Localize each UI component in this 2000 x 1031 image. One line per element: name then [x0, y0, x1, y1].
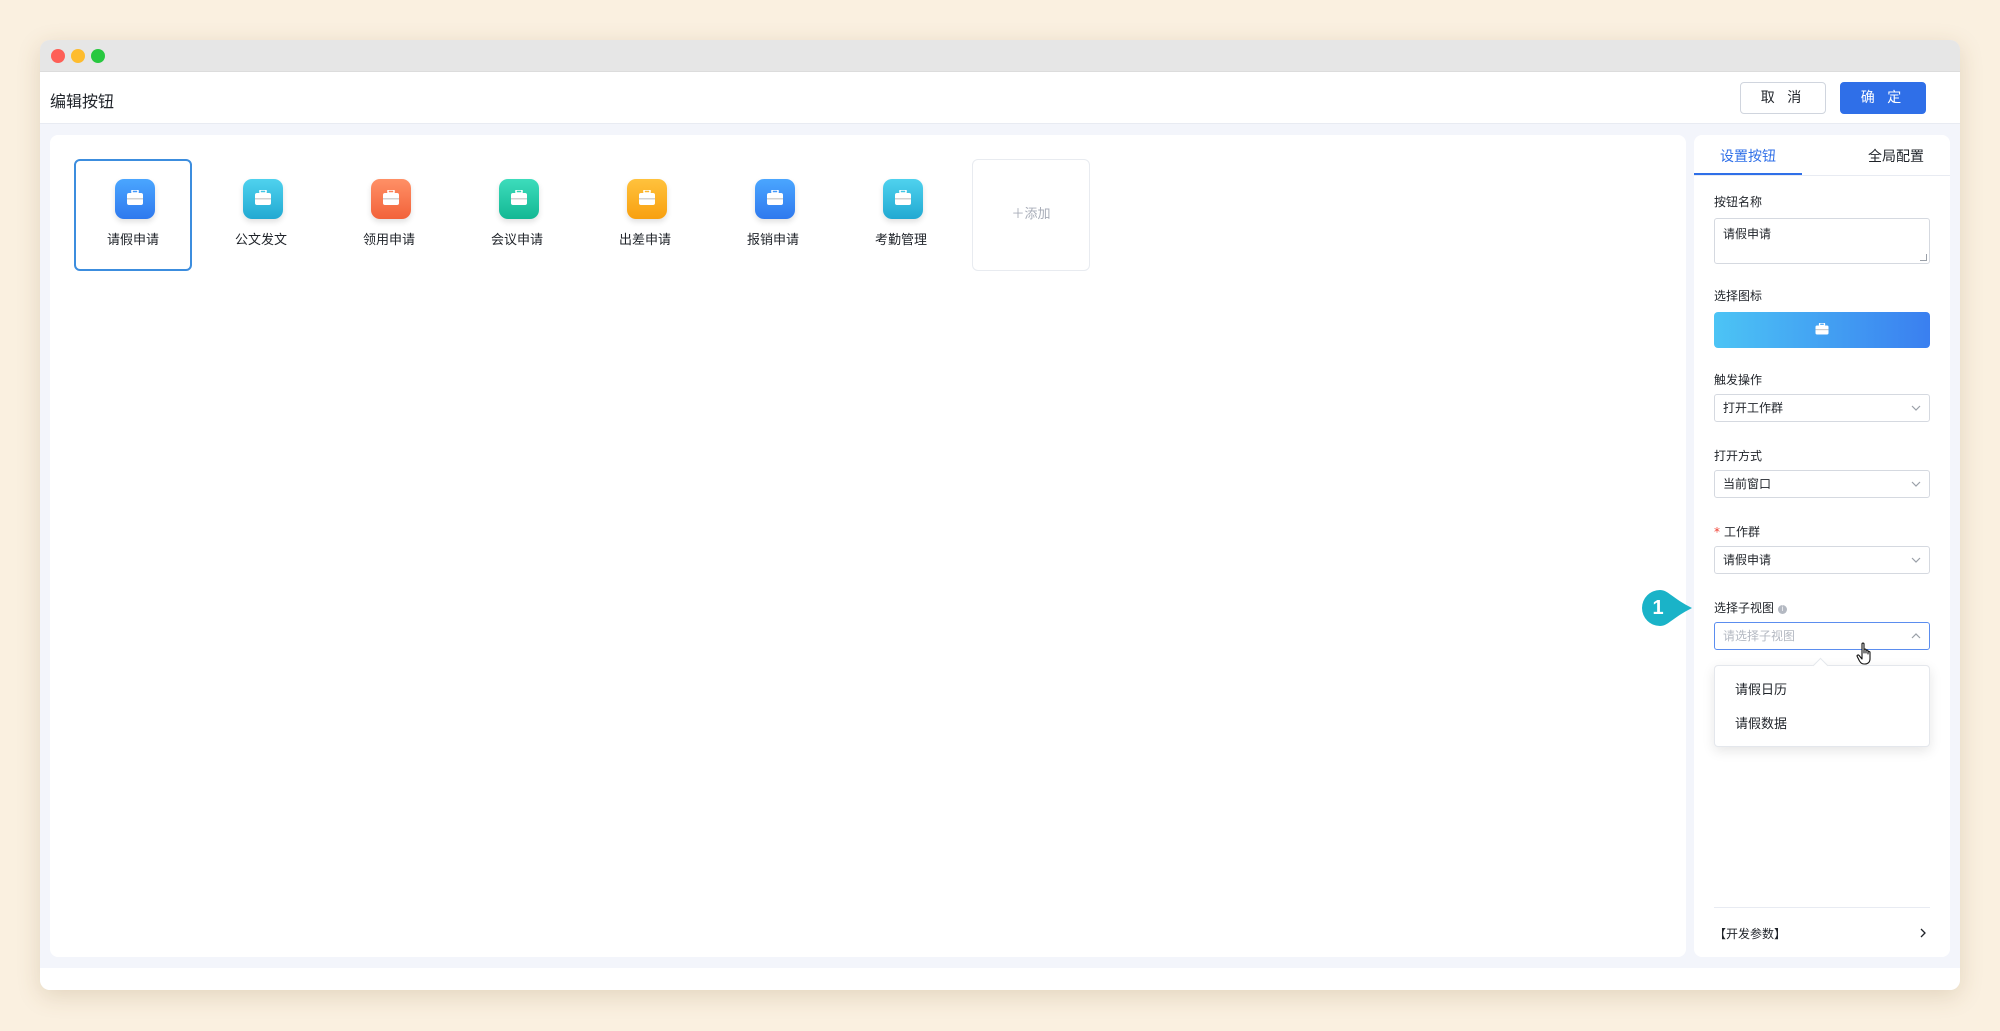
chevron-right-icon[interactable]: [1918, 927, 1928, 939]
open-mode-label: 打开方式: [1714, 449, 1763, 463]
briefcase-icon: [499, 179, 539, 219]
settings-panel: 设置按钮 全局配置 按钮名称 请假申请 选择图标 触发操作 打开工作群 打开方式…: [1694, 135, 1950, 957]
tile-label: 出差申请: [618, 233, 671, 248]
button-tile-leave-request[interactable]: 请假申请: [74, 159, 192, 271]
tile-label: 公文发文: [234, 233, 287, 248]
panel-tabs: 设置按钮 全局配置: [1694, 135, 1950, 176]
subview-select[interactable]: 请选择子视图: [1714, 622, 1930, 650]
tab-button-settings[interactable]: 设置按钮: [1720, 146, 1776, 166]
add-button-tile[interactable]: ＋添加: [972, 159, 1090, 271]
tab-global-config[interactable]: 全局配置: [1868, 146, 1924, 166]
required-marker: *: [1714, 525, 1720, 539]
trigger-action-select[interactable]: 打开工作群: [1714, 394, 1930, 422]
cancel-button[interactable]: 取 消: [1740, 82, 1826, 114]
bottom-strip: [40, 968, 1960, 990]
button-name-label: 按钮名称: [1714, 195, 1763, 209]
briefcase-icon: [1815, 323, 1829, 335]
briefcase-icon: [627, 179, 667, 219]
trigger-action-label: 触发操作: [1714, 373, 1763, 387]
info-icon[interactable]: i: [1778, 605, 1788, 614]
button-name-textarea[interactable]: 请假申请: [1714, 218, 1930, 264]
workgroup-label: * 工作群: [1714, 523, 1760, 540]
workgroup-label-text: 工作群: [1724, 525, 1761, 539]
briefcase-icon: [755, 179, 795, 219]
chevron-down-icon: [1911, 405, 1921, 411]
callout-marker: 1: [1642, 590, 1692, 626]
maximize-window-button[interactable]: [91, 49, 105, 63]
callout-number: 1: [1652, 597, 1663, 619]
button-canvas: 请假申请 公文发文 领用申请 会议申请 出差申请 报销申请 考勤管理 ＋添加: [50, 135, 1686, 957]
workgroup-value: 请假申请: [1723, 553, 1772, 567]
dropdown-arrow: [1812, 657, 1829, 674]
tile-label: 报销申请: [746, 233, 799, 248]
button-tile-reimbursement[interactable]: 报销申请: [714, 159, 832, 271]
button-tile-official-document[interactable]: 公文发文: [202, 159, 320, 271]
confirm-button[interactable]: 确 定: [1840, 82, 1926, 114]
subview-label-text: 选择子视图: [1714, 601, 1775, 615]
dropdown-option[interactable]: 请假数据: [1735, 713, 1787, 732]
page-title: 编辑按钮: [50, 92, 115, 111]
briefcase-icon: [243, 179, 283, 219]
tile-label: 请假申请: [106, 233, 159, 248]
briefcase-icon: [883, 179, 923, 219]
chevron-down-icon: [1911, 481, 1921, 487]
minimize-window-button[interactable]: [71, 49, 85, 63]
subview-placeholder: 请选择子视图: [1723, 629, 1796, 643]
tile-label: 会议申请: [490, 233, 543, 248]
resize-handle-icon[interactable]: [1920, 254, 1927, 261]
briefcase-icon: [115, 179, 155, 219]
dev-params-link[interactable]: 【开发参数】: [1714, 925, 1786, 942]
button-tile-attendance[interactable]: 考勤管理: [842, 159, 960, 271]
button-tile-business-trip[interactable]: 出差申请: [586, 159, 704, 271]
dropdown-option[interactable]: 请假日历: [1735, 679, 1787, 698]
subview-label: 选择子视图 i: [1714, 599, 1788, 616]
hand-cursor-icon: [1856, 642, 1871, 665]
workgroup-select[interactable]: 请假申请: [1714, 546, 1930, 574]
tile-label: 领用申请: [362, 233, 415, 248]
icon-select-label: 选择图标: [1714, 289, 1763, 303]
button-tile-requisition[interactable]: 领用申请: [330, 159, 448, 271]
chevron-down-icon: [1911, 557, 1921, 563]
chevron-up-icon: [1911, 633, 1921, 639]
subview-dropdown: 请假日历 请假数据: [1714, 657, 1930, 747]
tile-label: 考勤管理: [874, 233, 927, 248]
active-tab-indicator: [1694, 173, 1802, 175]
page-header: 编辑按钮 取 消 确 定: [40, 72, 1960, 124]
close-window-button[interactable]: [51, 49, 65, 63]
open-mode-select[interactable]: 当前窗口: [1714, 470, 1930, 498]
briefcase-icon: [371, 179, 411, 219]
trigger-action-value: 打开工作群: [1723, 401, 1784, 415]
divider: [1714, 907, 1930, 908]
icon-picker-button[interactable]: [1714, 312, 1930, 348]
app-window: 编辑按钮 取 消 确 定 请假申请 公文发文 领用申请 会议申请 出差申请 报销…: [40, 40, 1960, 990]
button-name-value: 请假申请: [1723, 227, 1772, 241]
title-bar: [40, 40, 1960, 72]
open-mode-value: 当前窗口: [1723, 477, 1772, 491]
button-tile-meeting-request[interactable]: 会议申请: [458, 159, 576, 271]
